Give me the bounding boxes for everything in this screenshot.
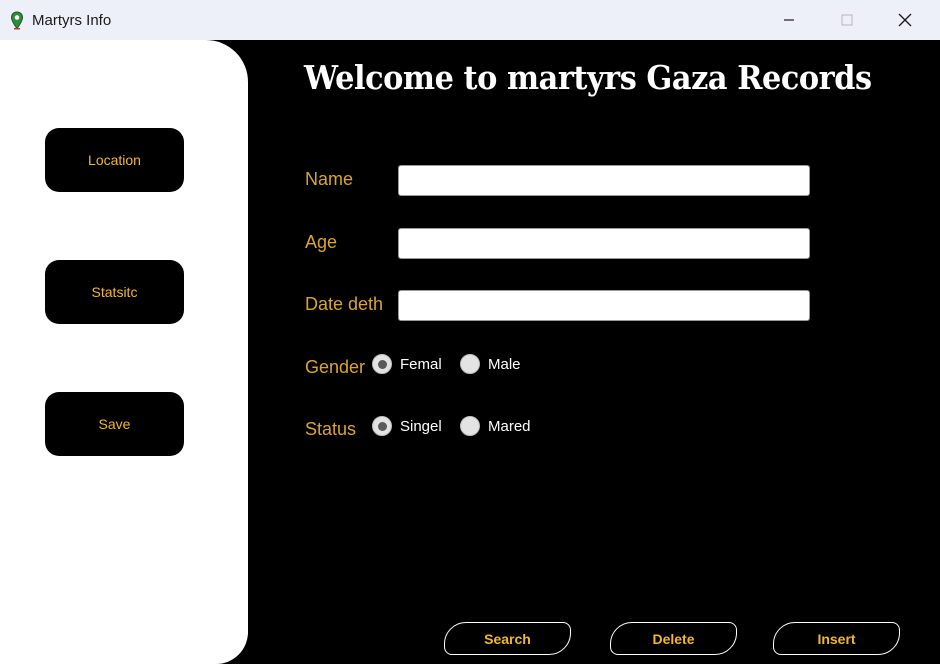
minimize-icon	[784, 19, 794, 21]
age-input[interactable]	[398, 228, 810, 259]
statistic-button[interactable]: Statsitc	[45, 260, 184, 324]
date-of-death-label: Date deth	[305, 294, 384, 314]
page-title: Welcome to martyrs Gaza Records	[304, 58, 872, 97]
radio-checked-icon	[372, 416, 392, 436]
gender-label: Gender	[305, 357, 366, 377]
maximize-button[interactable]	[824, 0, 870, 40]
sidebar: Location Statsitc Save	[0, 40, 248, 664]
gender-male-radio[interactable]: Male	[460, 354, 521, 374]
location-button[interactable]: Location	[45, 128, 184, 192]
delete-button[interactable]: Delete	[610, 622, 737, 655]
close-icon	[898, 13, 912, 27]
age-label: Age	[305, 232, 338, 252]
radio-checked-icon	[372, 354, 392, 374]
status-single-radio[interactable]: Singel	[372, 416, 442, 436]
search-button[interactable]: Search	[444, 622, 571, 655]
radio-label: Femal	[400, 355, 442, 373]
window-title: Martyrs Info	[32, 12, 112, 29]
radio-label: Male	[488, 355, 521, 373]
name-input[interactable]	[398, 165, 810, 196]
maximize-icon	[841, 14, 853, 26]
minimize-button[interactable]	[766, 0, 812, 40]
date-of-death-input[interactable]	[398, 290, 810, 321]
radio-unchecked-icon	[460, 416, 480, 436]
name-label: Name	[305, 169, 354, 189]
status-married-radio[interactable]: Mared	[460, 416, 531, 436]
insert-button[interactable]: Insert	[773, 622, 900, 655]
main-window-content: Location Statsitc Save Welcome to martyr…	[0, 40, 940, 664]
save-button[interactable]: Save	[45, 392, 184, 456]
map-pin-icon	[10, 11, 24, 30]
status-label: Status	[305, 419, 357, 439]
gender-female-radio[interactable]: Femal	[372, 354, 442, 374]
radio-unchecked-icon	[460, 354, 480, 374]
close-button[interactable]	[882, 0, 928, 40]
radio-label: Singel	[400, 417, 442, 435]
radio-label: Mared	[488, 417, 531, 435]
title-bar: Martyrs Info	[0, 0, 940, 40]
